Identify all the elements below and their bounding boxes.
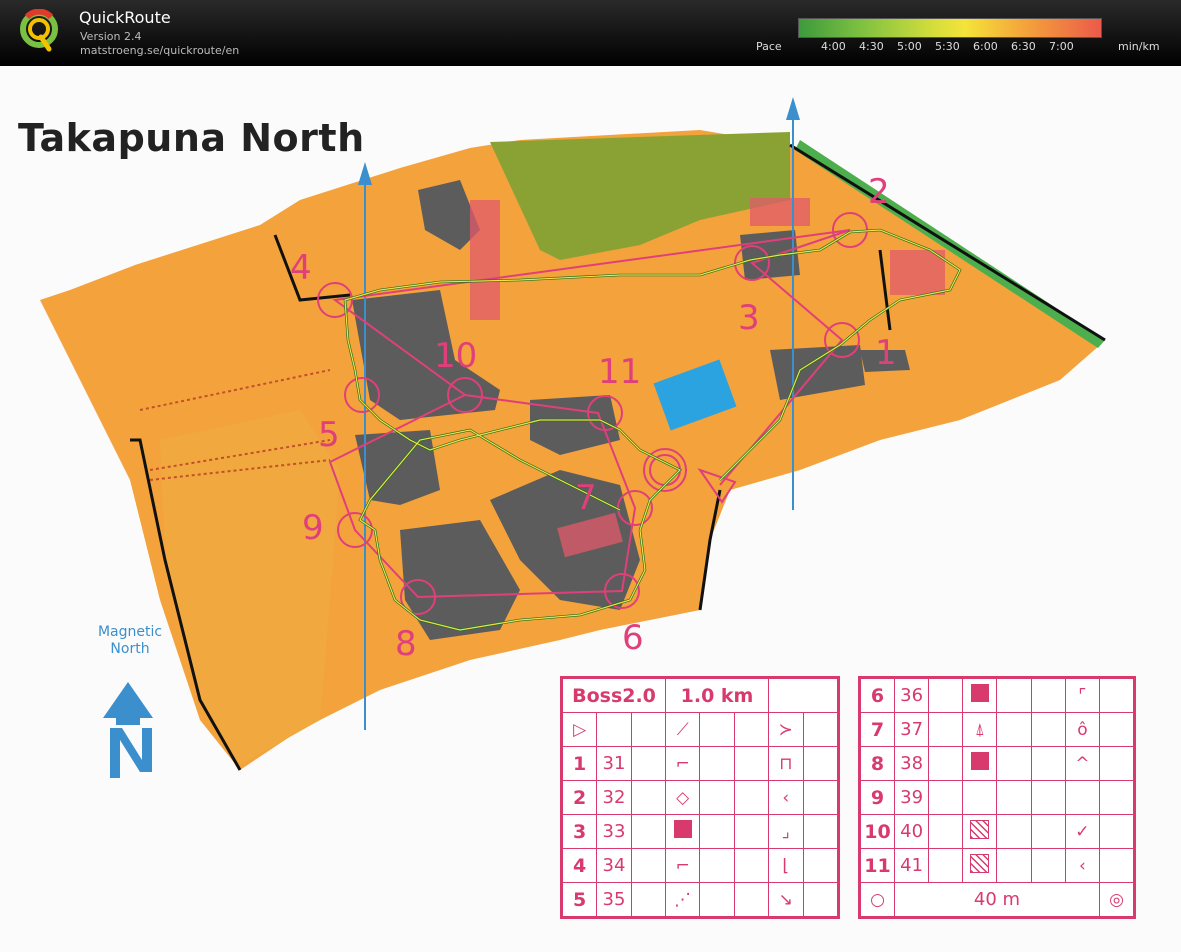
diamond-icon: ◇ xyxy=(664,780,701,815)
control-description-sheet-left: Boss2.0 1.0 km ▷ ⟋ ≻ 1 31 ⌐ ⊓ 2 32 ◇ ‹ 3… xyxy=(560,676,840,919)
control-code: 37 xyxy=(893,712,930,747)
control-number: 9 xyxy=(302,508,324,548)
control-code: 31 xyxy=(596,746,632,781)
control-code: 40 xyxy=(893,814,930,849)
control-code: 32 xyxy=(596,780,632,815)
pace-tick: 5:00 xyxy=(897,40,922,53)
control-seq: 4 xyxy=(561,848,598,883)
control-number: 6 xyxy=(622,618,644,658)
step-line-icon: ⋰ xyxy=(664,882,701,917)
pace-tick: 4:00 xyxy=(821,40,846,53)
control-code: 33 xyxy=(596,814,632,849)
course-length: 1.0 km xyxy=(665,678,769,713)
control-seq: 3 xyxy=(561,814,598,849)
finish-distance: 40 m xyxy=(894,882,1100,917)
control-number: 10 xyxy=(434,336,478,376)
pace-tick: 6:30 xyxy=(1011,40,1036,53)
app-url-link[interactable]: matstroeng.se/quickroute/en xyxy=(80,44,239,57)
control-number: 3 xyxy=(738,298,760,338)
control-number: 8 xyxy=(395,624,417,664)
building-icon xyxy=(962,746,998,781)
control-seq: 6 xyxy=(860,678,895,713)
stairs-icon: ⌐ xyxy=(664,746,701,781)
pace-tick: 6:00 xyxy=(973,40,998,53)
app-header: QuickRoute Version 2.4 matstroeng.se/qui… xyxy=(0,0,1181,66)
control-seq: 7 xyxy=(860,712,895,747)
pace-tick: 4:30 xyxy=(859,40,884,53)
control-code: 35 xyxy=(596,882,632,917)
stairs-icon: ⟋ xyxy=(664,712,701,747)
tree-icon: ⍋ xyxy=(962,712,998,747)
control-code: 38 xyxy=(893,746,930,781)
foot-corner-icon: ⌊ xyxy=(768,848,804,883)
finish-circle-icon: ○ xyxy=(860,882,895,917)
corner-inside-icon: ⌟ xyxy=(768,814,804,849)
control-code: 36 xyxy=(893,678,930,713)
start-triangle-icon: ▷ xyxy=(561,712,598,747)
magnetic-north-label-line: North xyxy=(110,641,150,657)
corner-icon: ⌜ xyxy=(1064,678,1101,713)
map-title: Takapuna North xyxy=(18,116,365,160)
building-icon xyxy=(664,814,701,849)
control-seq: 8 xyxy=(860,746,895,781)
control-number: 11 xyxy=(598,352,642,392)
junction-icon: ≻ xyxy=(768,712,804,747)
corner-icon: ‹ xyxy=(1064,848,1101,883)
quickroute-logo-icon xyxy=(20,9,58,52)
control-code: 39 xyxy=(893,780,930,815)
feature-icon: ô xyxy=(1064,712,1101,747)
control-description-sheet-right: 6 36 ⌜ 7 37 ⍋ ô 8 38 ^ 9 39 10 40 ✓ 11 4… xyxy=(858,676,1136,919)
control-seq: 11 xyxy=(860,848,895,883)
stairs-icon: ⌐ xyxy=(664,848,701,883)
control-code: 34 xyxy=(596,848,632,883)
check-icon: ✓ xyxy=(1064,814,1101,849)
control-number: 2 xyxy=(868,172,890,212)
control-seq: 2 xyxy=(561,780,598,815)
app-version: Version 2.4 xyxy=(80,30,142,43)
control-code: 41 xyxy=(893,848,930,883)
control-number: 1 xyxy=(875,333,897,373)
control-seq: 1 xyxy=(561,746,598,781)
building-icon xyxy=(962,678,998,713)
magnetic-north-label: Magnetic North xyxy=(90,624,170,658)
control-number: 4 xyxy=(290,248,312,288)
gate-icon: ⊓ xyxy=(768,746,804,781)
magnetic-north-label-line: Magnetic xyxy=(97,624,163,640)
finish-double-circle-icon: ◎ xyxy=(1099,882,1134,917)
pace-tick: 5:30 xyxy=(935,40,960,53)
control-number: 7 xyxy=(575,478,597,518)
top-icon: ^ xyxy=(1064,746,1101,781)
event-name: Boss2.0 xyxy=(562,678,666,713)
control-seq: 5 xyxy=(561,882,598,917)
control-seq: 9 xyxy=(860,780,895,815)
bend-icon: ↘ xyxy=(768,882,804,917)
corner-icon: ‹ xyxy=(768,780,804,815)
pace-unit: min/km xyxy=(1118,40,1160,53)
control-seq: 10 xyxy=(860,814,895,849)
pace-color-scale xyxy=(798,18,1102,38)
pace-tick: 7:00 xyxy=(1049,40,1074,53)
app-title: QuickRoute xyxy=(79,8,171,27)
hatched-area-icon xyxy=(962,848,998,883)
control-number: 5 xyxy=(318,415,340,455)
hatched-area-icon xyxy=(962,814,998,849)
pace-label: Pace xyxy=(756,40,782,53)
